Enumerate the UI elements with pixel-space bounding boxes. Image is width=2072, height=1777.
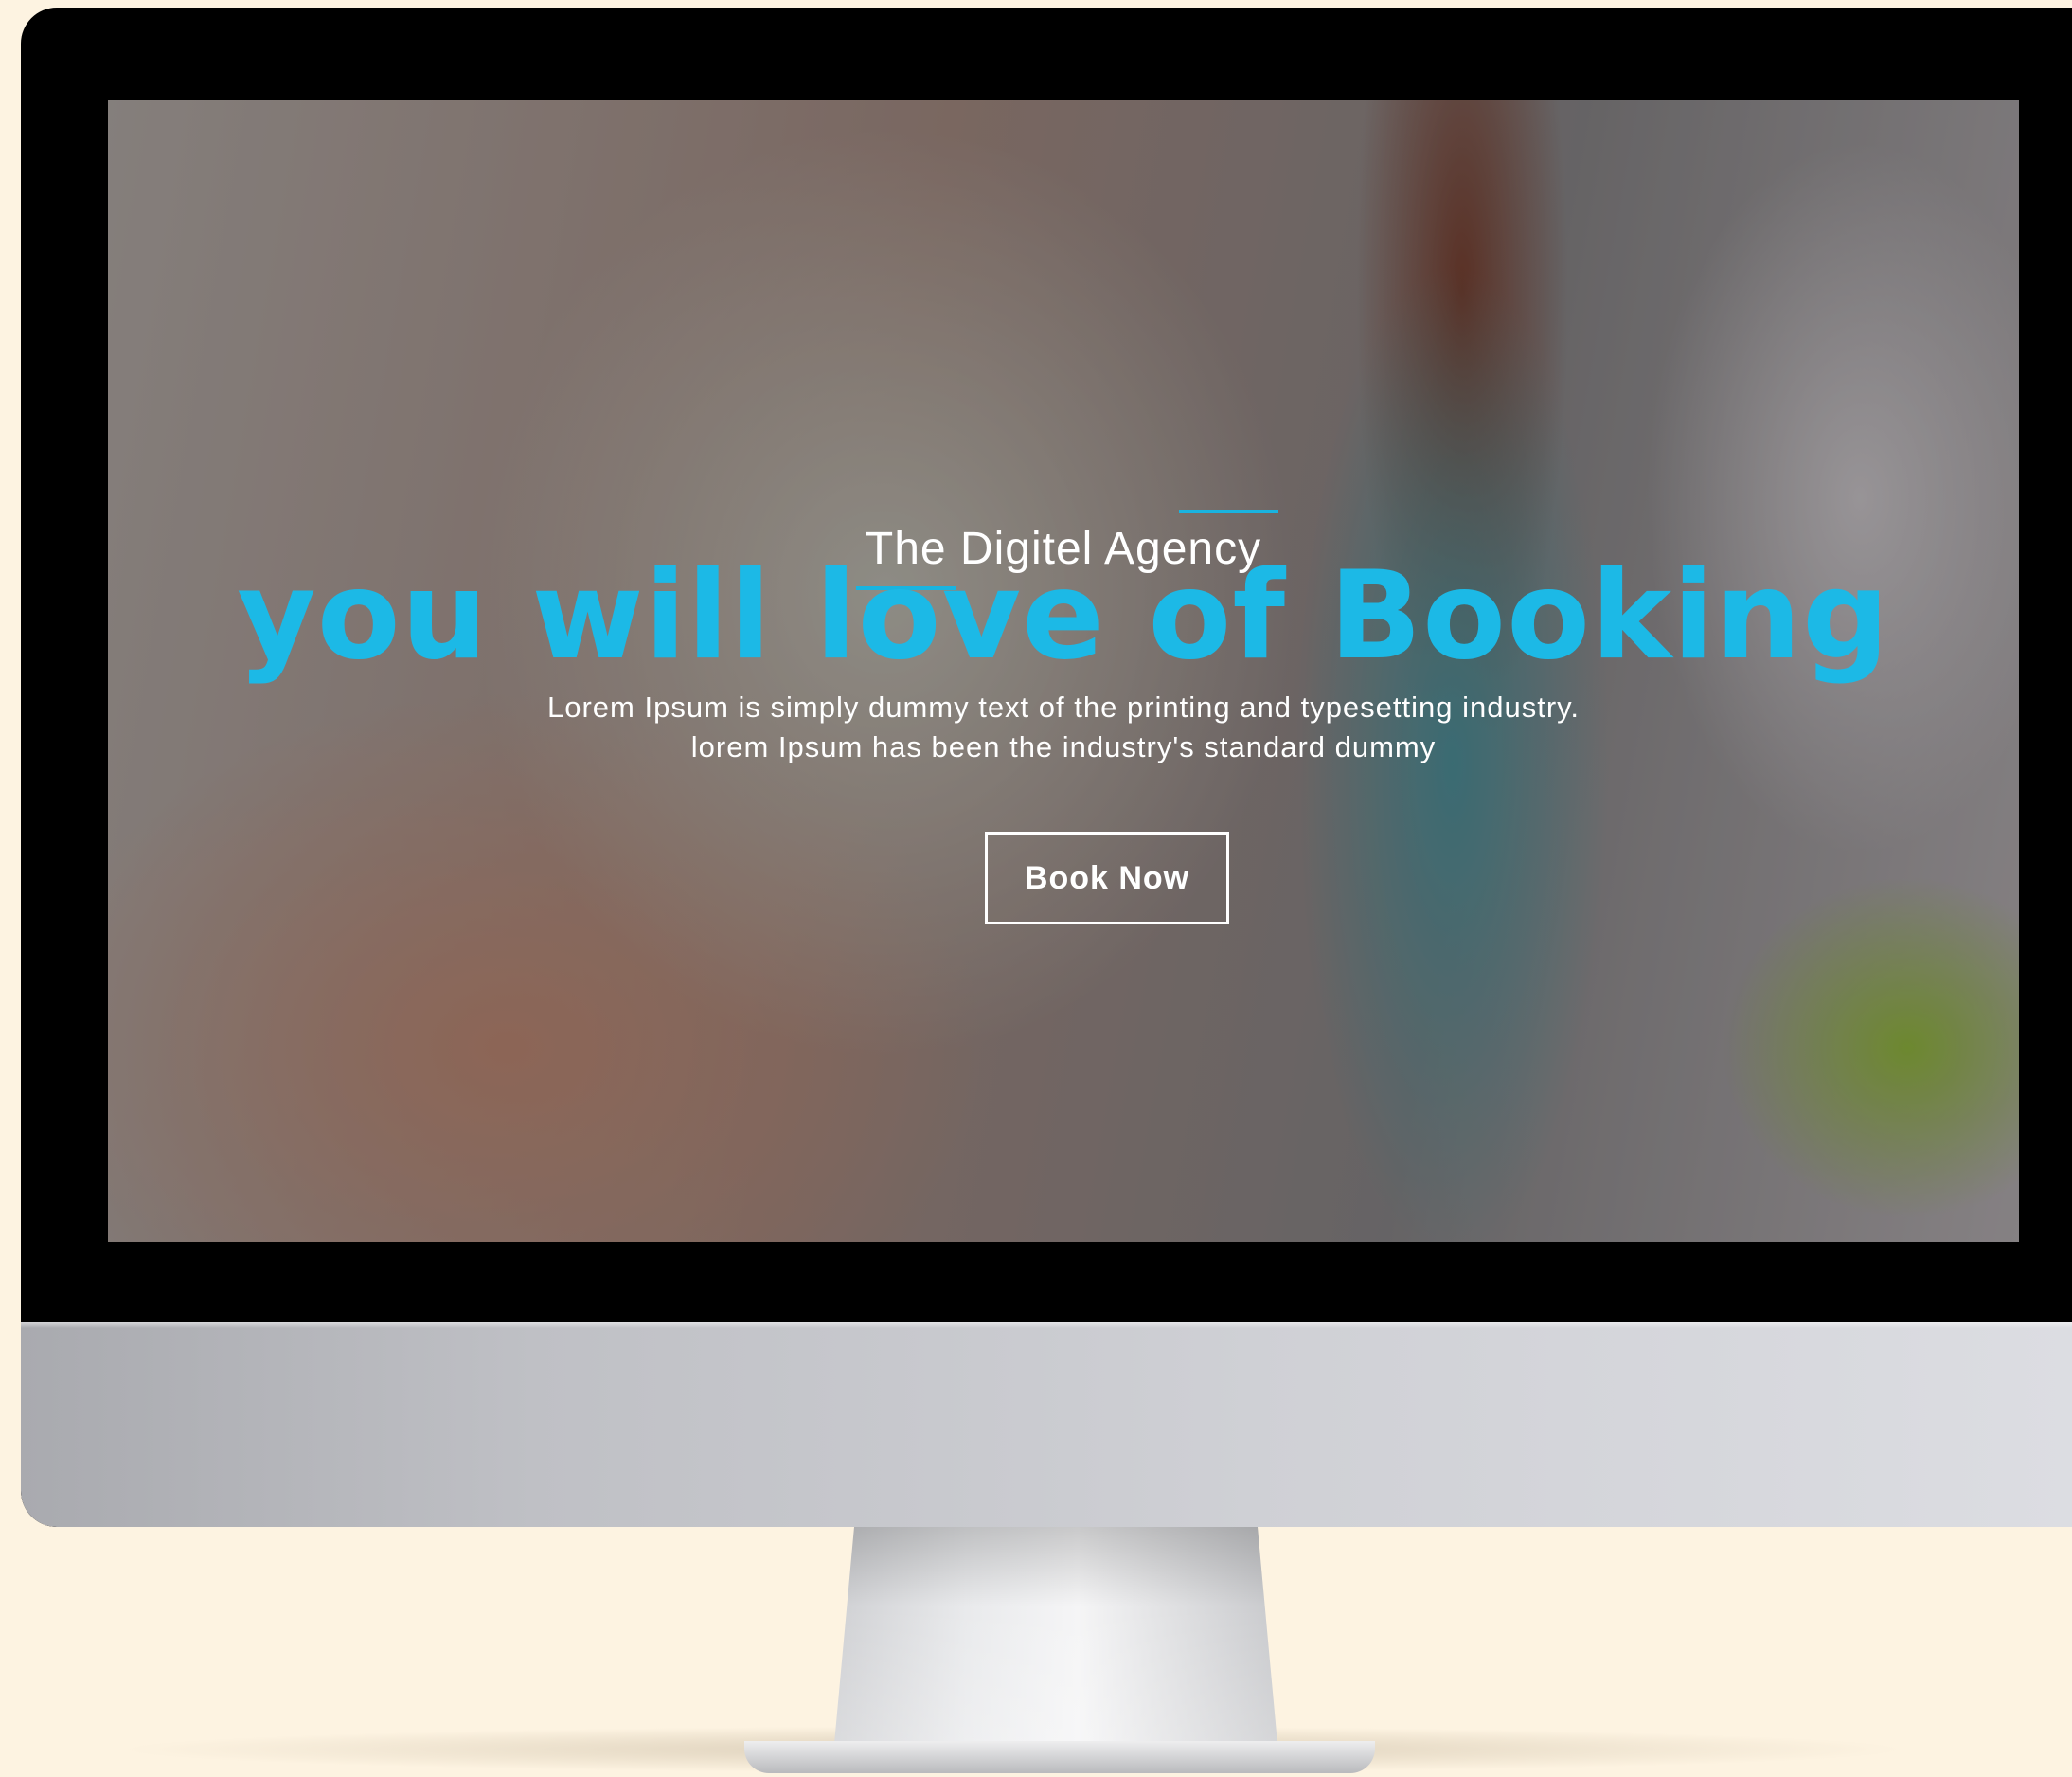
book-now-button[interactable]: Book Now	[985, 832, 1229, 924]
description-line-2: lorem Ipsum has been the industry's stan…	[690, 730, 1437, 763]
imac-monitor: The Digitel Agency you will love of Book…	[21, 8, 2072, 1527]
description-line-1: Lorem Ipsum is simply dummy text of the …	[547, 691, 1580, 724]
accent-line-top	[1179, 510, 1279, 513]
monitor-base	[744, 1741, 1375, 1773]
website-hero: The Digitel Agency you will love of Book…	[108, 100, 2019, 1242]
hero-description: Lorem Ipsum is simply dummy text of the …	[108, 688, 2019, 767]
monitor-stand	[833, 1527, 1278, 1754]
hero-headline: you will love of Booking	[237, 546, 1890, 687]
monitor-chin	[21, 1322, 2072, 1527]
